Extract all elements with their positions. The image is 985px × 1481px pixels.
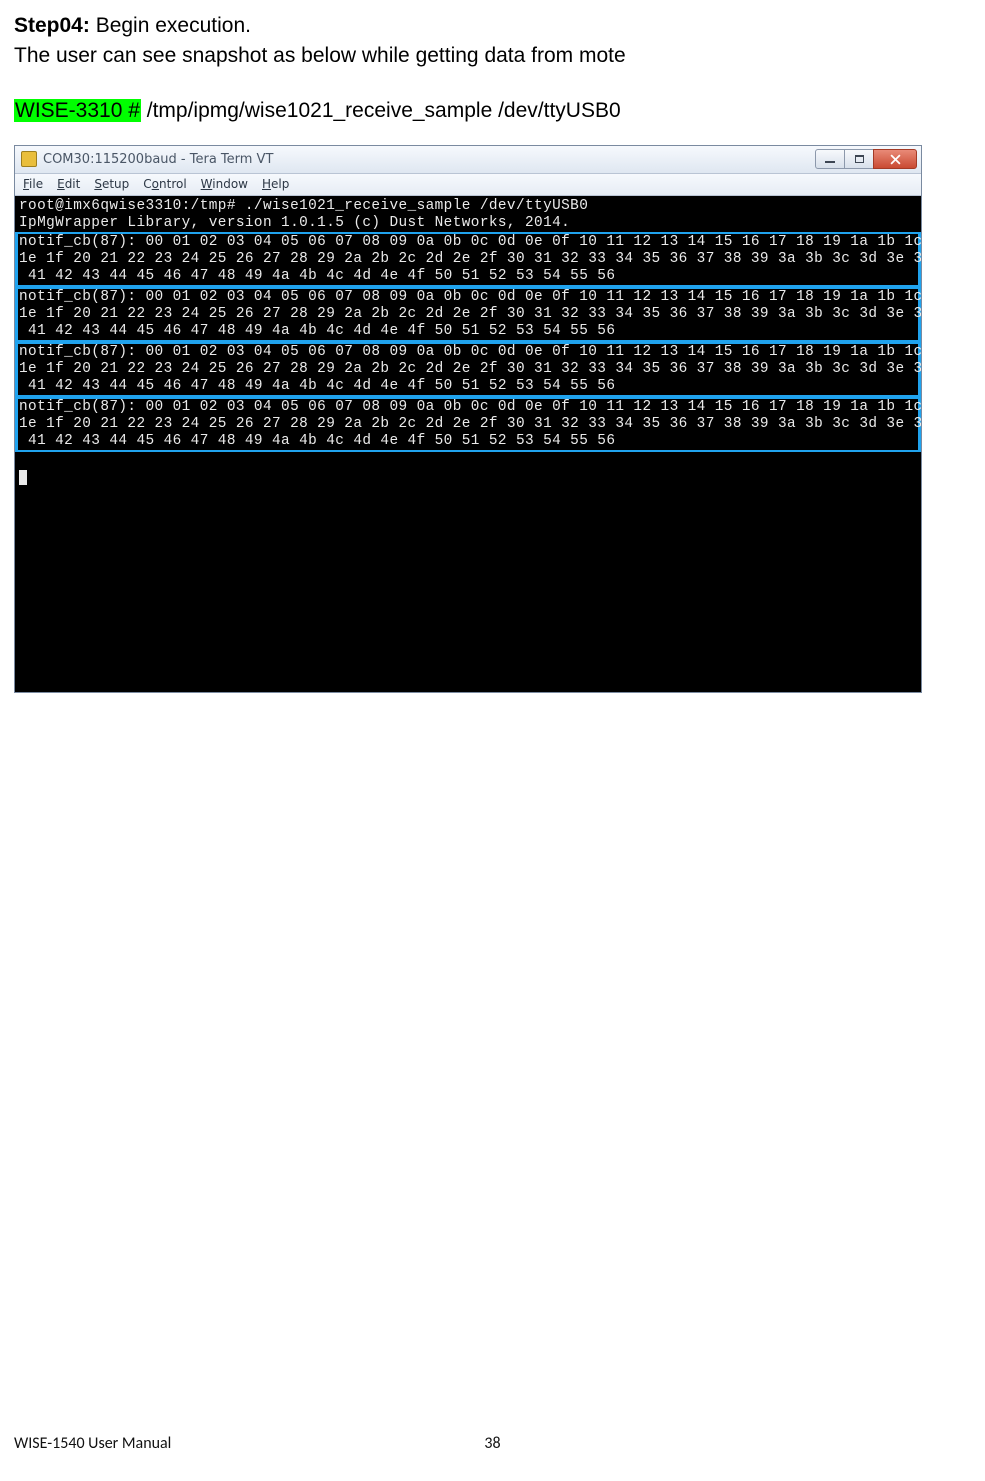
menu-setup[interactable]: Setup: [94, 177, 129, 191]
footer-page-number: 38: [484, 1434, 500, 1453]
menubar: File Edit Setup Control Window Help: [15, 174, 921, 196]
terminal-window: COM30:115200baud - Tera Term VT File Edi…: [14, 145, 922, 693]
step-description: The user can see snapshot as below while…: [14, 42, 971, 70]
minimize-button[interactable]: [815, 149, 845, 169]
term-line: root@imx6qwise3310:/tmp# ./wise1021_rece…: [19, 198, 588, 214]
step-label: Step04:: [14, 14, 90, 37]
window-controls: [816, 149, 917, 169]
close-button[interactable]: [873, 149, 917, 169]
window-titlebar[interactable]: COM30:115200baud - Tera Term VT: [15, 146, 921, 174]
close-icon: [890, 154, 901, 165]
menu-control[interactable]: Control: [143, 177, 186, 191]
command-line: WISE-3310 # /tmp/ipmg/wise1021_receive_s…: [14, 99, 971, 123]
step-heading: Step04: Begin execution.: [14, 12, 971, 40]
term-output-block: notif_cb(87): 00 01 02 03 04 05 06 07 08…: [15, 397, 921, 452]
terminal-cursor: [19, 470, 27, 485]
menu-window[interactable]: Window: [201, 177, 248, 191]
term-output-block: notif_cb(87): 00 01 02 03 04 05 06 07 08…: [15, 287, 921, 342]
shell-command: /tmp/ipmg/wise1021_receive_sample /dev/t…: [141, 99, 621, 122]
maximize-button[interactable]: [844, 149, 874, 169]
menu-edit[interactable]: Edit: [57, 177, 80, 191]
menu-help[interactable]: Help: [262, 177, 289, 191]
menu-file[interactable]: File: [23, 177, 43, 191]
window-title: COM30:115200baud - Tera Term VT: [43, 152, 816, 167]
term-output-block: notif_cb(87): 00 01 02 03 04 05 06 07 08…: [15, 342, 921, 397]
term-output-block: notif_cb(87): 00 01 02 03 04 05 06 07 08…: [15, 232, 921, 287]
app-icon: [21, 151, 37, 167]
step-text: Begin execution.: [90, 14, 251, 37]
footer-doc-title: WISE-1540 User Manual: [14, 1434, 171, 1453]
page-footer: WISE-1540 User Manual 38: [14, 1434, 971, 1453]
term-line: IpMgWrapper Library, version 1.0.1.5 (c)…: [19, 215, 570, 231]
shell-prompt: WISE-3310 #: [14, 99, 141, 122]
terminal-body[interactable]: root@imx6qwise3310:/tmp# ./wise1021_rece…: [15, 196, 921, 692]
